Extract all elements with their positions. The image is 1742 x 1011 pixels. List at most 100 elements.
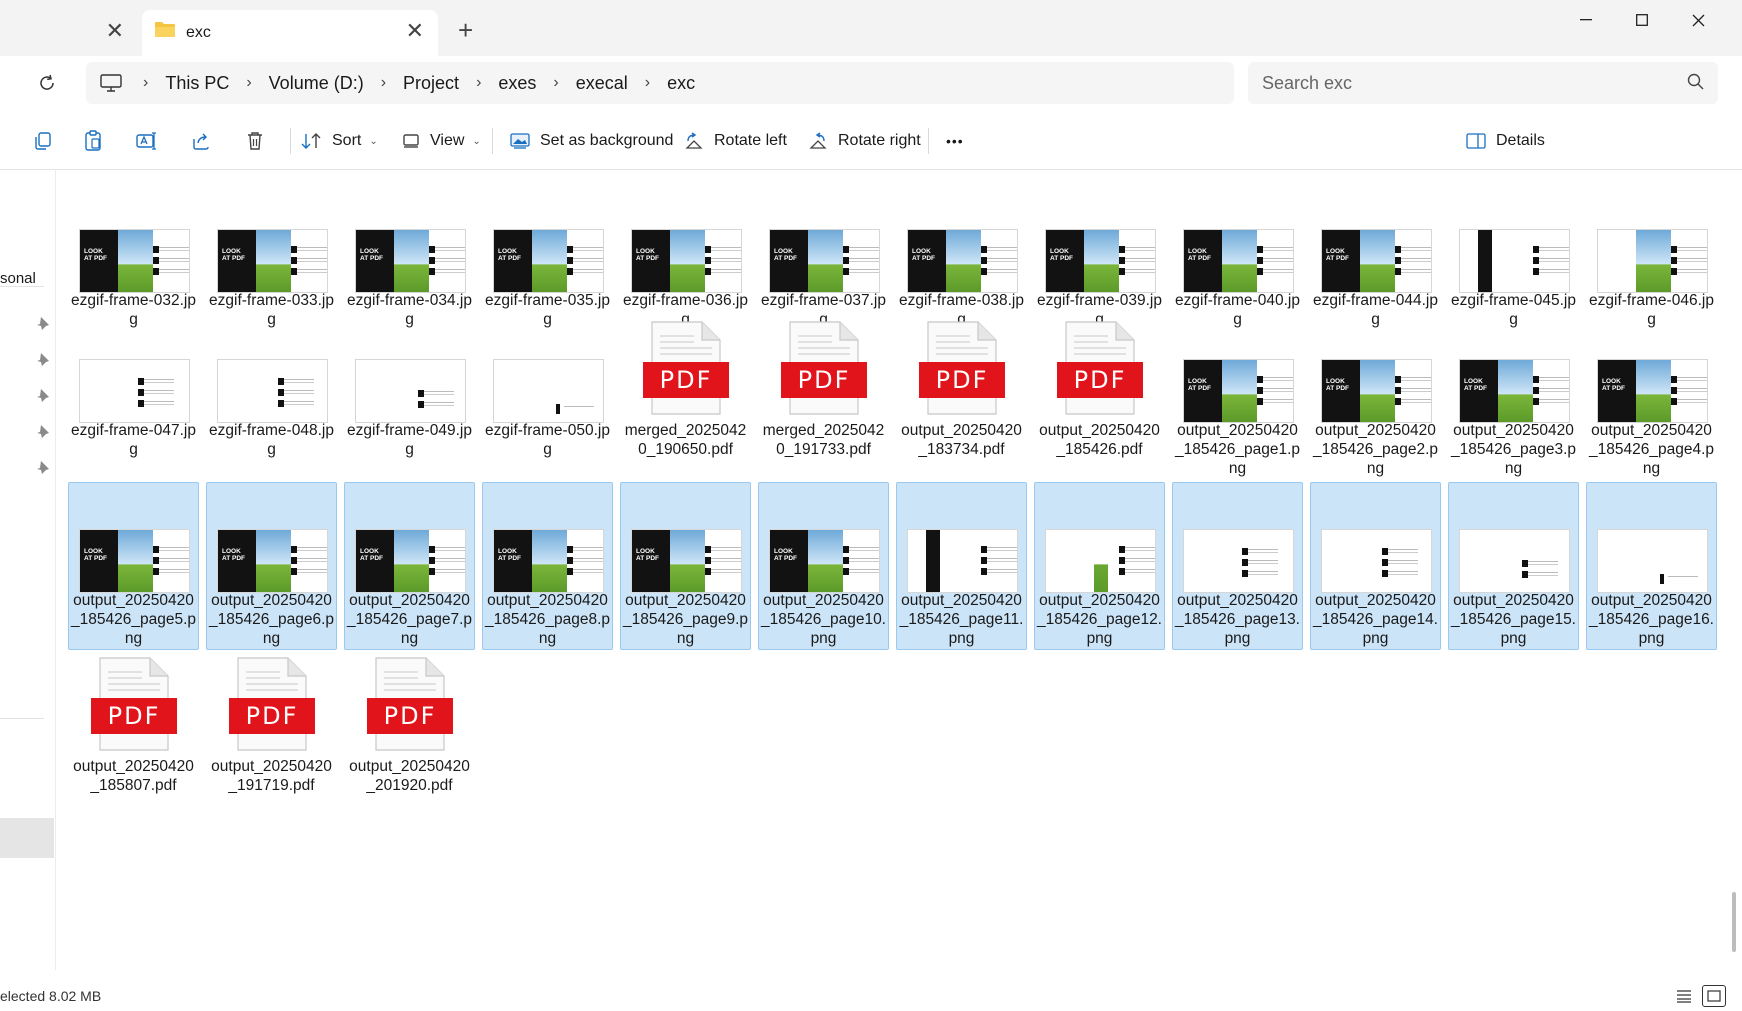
image-file-item[interactable]: output_20250420_185426_page12.png xyxy=(1034,482,1165,650)
file-name-label: output_20250420_185426_page15.png xyxy=(1451,592,1576,647)
pdf-file-item[interactable]: PDF output_20250420_185807.pdf xyxy=(68,652,199,802)
pdf-badge-text: PDF xyxy=(660,366,713,394)
image-file-item[interactable]: output_20250420_185426_page11.png xyxy=(896,482,1027,650)
image-file-item[interactable]: output_20250420_185426_page16.png xyxy=(1586,482,1717,650)
crumb-exc[interactable]: exc xyxy=(667,73,695,94)
rotate-left-button[interactable]: Rotate left xyxy=(684,124,787,158)
pdf-file-item[interactable]: PDF output_20250420_183734.pdf xyxy=(896,316,1027,466)
pdf-file-item[interactable]: PDF output_20250420_201920.pdf xyxy=(344,652,475,802)
image-thumbnail: LOOK AT PDF xyxy=(1183,229,1294,293)
file-name-label: output_20250420_185426_page13.png xyxy=(1175,592,1300,647)
image-file-item[interactable]: ezgif-frame-045.jpg xyxy=(1448,202,1579,352)
image-file-item[interactable]: output_20250420_185426_page14.png xyxy=(1310,482,1441,650)
thumbnail-caption: LOOK AT PDF xyxy=(84,548,107,562)
image-file-item[interactable]: LOOK AT PDF output_20250420_185426_page2.… xyxy=(1310,334,1441,484)
image-file-item[interactable]: LOOK AT PDF ezgif-frame-034.jpg xyxy=(344,202,475,352)
image-file-item[interactable]: ezgif-frame-050.jpg xyxy=(482,334,613,484)
rename-button[interactable] xyxy=(134,128,160,154)
more-options-button[interactable]: ••• xyxy=(946,124,964,158)
image-thumbnail: LOOK AT PDF xyxy=(1597,359,1708,423)
pdf-file-item[interactable]: PDF merged_20250420_191733.pdf xyxy=(758,316,889,466)
image-file-item[interactable]: LOOK AT PDF ezgif-frame-032.jpg xyxy=(68,202,199,352)
this-pc-icon[interactable] xyxy=(100,74,122,92)
sort-button[interactable]: Sort ⌄ xyxy=(300,124,378,158)
command-bar: Sort ⌄ View ⌄ Set as background Rotate l… xyxy=(0,112,1742,170)
image-thumbnail xyxy=(1459,529,1570,593)
rotate-right-icon xyxy=(809,132,827,149)
image-thumbnail xyxy=(493,359,604,423)
thumbnail-caption: LOOK AT PDF xyxy=(636,548,659,562)
crumb-exes[interactable]: exes xyxy=(498,73,536,94)
image-thumbnail xyxy=(1597,529,1708,593)
image-file-item[interactable]: LOOK AT PDF ezgif-frame-044.jpg xyxy=(1310,202,1441,352)
vertical-scrollbar[interactable] xyxy=(1732,112,1738,972)
image-file-item[interactable]: LOOK AT PDF output_20250420_185426_page6.… xyxy=(206,482,337,650)
nav-item-selected[interactable] xyxy=(0,818,54,858)
delete-button[interactable] xyxy=(242,128,268,154)
image-file-item[interactable]: ezgif-frame-046.jpg xyxy=(1586,202,1717,352)
crumb-project[interactable]: Project xyxy=(403,73,459,94)
image-file-item[interactable]: LOOK AT PDF output_20250420_185426_page1.… xyxy=(1172,334,1303,484)
file-name-label: ezgif-frame-049.jpg xyxy=(347,422,472,458)
large-icons-view-button[interactable] xyxy=(1702,985,1726,1007)
search-box[interactable] xyxy=(1248,62,1718,104)
maximize-button[interactable] xyxy=(1614,4,1670,36)
image-file-item[interactable]: LOOK AT PDF output_20250420_185426_page9.… xyxy=(620,482,751,650)
image-thumbnail xyxy=(1183,529,1294,593)
minimize-button[interactable] xyxy=(1558,4,1614,36)
crumb-volume-d[interactable]: Volume (D:) xyxy=(269,73,364,94)
new-tab-button[interactable]: + xyxy=(458,17,473,43)
pdf-file-item[interactable]: PDF output_20250420_191719.pdf xyxy=(206,652,337,802)
copy-icon xyxy=(35,132,51,150)
nav-item-personal-label[interactable]: sonal xyxy=(0,270,36,287)
image-file-item[interactable]: LOOK AT PDF ezgif-frame-040.jpg xyxy=(1172,202,1303,352)
rotate-right-button[interactable]: Rotate right xyxy=(808,124,921,158)
thumbnail-caption: LOOK AT PDF xyxy=(912,248,935,262)
share-button[interactable] xyxy=(188,128,214,154)
image-file-item[interactable]: LOOK AT PDF output_20250420_185426_page7.… xyxy=(344,482,475,650)
file-name-label: ezgif-frame-050.jpg xyxy=(485,422,610,458)
pdf-file-item[interactable]: PDF output_20250420_185426.pdf xyxy=(1034,316,1165,466)
pdf-file-icon: PDF xyxy=(919,321,1005,415)
image-file-item[interactable]: ezgif-frame-049.jpg xyxy=(344,334,475,484)
image-file-item[interactable]: ezgif-frame-047.jpg xyxy=(68,334,199,484)
search-input[interactable] xyxy=(1262,70,1662,96)
paste-button[interactable] xyxy=(80,128,106,154)
close-tab-icon[interactable]: ✕ xyxy=(406,20,424,42)
copy-button[interactable] xyxy=(30,128,56,154)
close-tab-icon[interactable]: ✕ xyxy=(106,20,124,42)
tab-previous[interactable]: ✕ xyxy=(0,10,138,56)
image-file-item[interactable]: LOOK AT PDF output_20250420_185426_page8.… xyxy=(482,482,613,650)
image-file-item[interactable]: ezgif-frame-048.jpg xyxy=(206,334,337,484)
refresh-button[interactable] xyxy=(32,68,62,98)
details-pane-button[interactable]: Details xyxy=(1466,124,1545,158)
image-file-item[interactable]: LOOK AT PDF output_20250420_185426_page10… xyxy=(758,482,889,650)
image-file-item[interactable]: LOOK AT PDF output_20250420_185426_page4.… xyxy=(1586,334,1717,484)
image-thumbnail: LOOK AT PDF xyxy=(355,529,466,593)
image-file-item[interactable]: LOOK AT PDF ezgif-frame-035.jpg xyxy=(482,202,613,352)
breadcrumb[interactable]: › This PC › Volume (D:) › Project › exes… xyxy=(86,62,1234,104)
image-file-item[interactable]: LOOK AT PDF output_20250420_185426_page5.… xyxy=(68,482,199,650)
chevron-right-icon: › xyxy=(246,74,252,91)
image-file-item[interactable]: LOOK AT PDF ezgif-frame-033.jpg xyxy=(206,202,337,352)
set-as-background-button[interactable]: Set as background xyxy=(510,124,673,158)
image-file-item[interactable]: LOOK AT PDF output_20250420_185426_page3.… xyxy=(1448,334,1579,484)
tab-active[interactable]: exc ✕ xyxy=(142,10,438,56)
crumb-this-pc[interactable]: This PC xyxy=(165,73,229,94)
file-name-label: output_20250420_183734.pdf xyxy=(901,422,1022,458)
pdf-badge-text: PDF xyxy=(936,366,989,394)
crumb-execal[interactable]: execal xyxy=(576,73,628,94)
pdf-file-item[interactable]: PDF merged_20250420_190650.pdf xyxy=(620,316,751,466)
sort-icon xyxy=(301,133,321,149)
image-file-item[interactable]: output_20250420_185426_page15.png xyxy=(1448,482,1579,650)
close-window-button[interactable] xyxy=(1670,4,1726,36)
file-grid: LOOK AT PDF ezgif-frame-032.jpg LOOK AT PD… xyxy=(66,224,1726,924)
image-file-item[interactable]: output_20250420_185426_page13.png xyxy=(1172,482,1303,650)
thumbnail-caption: LOOK AT PDF xyxy=(1464,378,1487,392)
view-button[interactable]: View ⌄ xyxy=(402,124,481,158)
file-name-label: output_20250420_185426_page6.png xyxy=(209,592,334,647)
details-view-button[interactable] xyxy=(1672,985,1696,1007)
rename-icon xyxy=(136,132,156,150)
scrollbar-thumb[interactable] xyxy=(1732,892,1736,952)
pin-icon xyxy=(37,461,49,474)
